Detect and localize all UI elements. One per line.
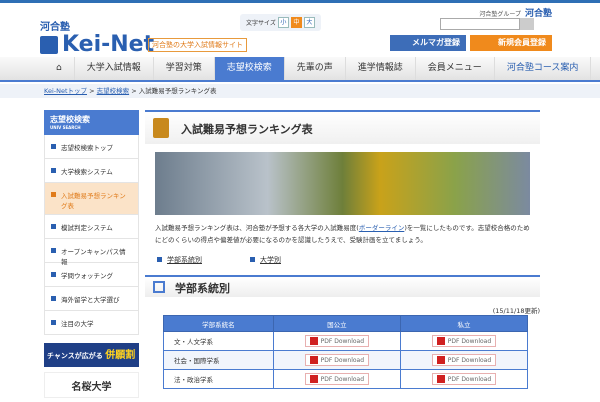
- pdf-icon: [309, 337, 318, 345]
- page-title: 入試難易予想ランキング表: [145, 110, 540, 144]
- pdf-download-button[interactable]: PDF Download: [304, 354, 370, 366]
- logo[interactable]: 河合塾 Kei-Net: [40, 18, 154, 57]
- logo-icon: [40, 36, 58, 54]
- sidebar-item[interactable]: 海外留学と大学選び: [44, 287, 139, 311]
- banner-meio[interactable]: 名桜大学: [44, 372, 139, 398]
- section-heading: 学部系統別: [145, 275, 540, 297]
- sunflower-image: [155, 152, 530, 215]
- pdf-icon: [309, 375, 318, 383]
- sidebar-header: 志望校検索 UNIV SEARCH: [44, 110, 139, 135]
- pdf-label: PDF Download: [320, 337, 365, 345]
- sidebar-item[interactable]: オープンキャンパス情報: [44, 239, 139, 266]
- faculty-name: 法・政治学系: [163, 369, 274, 389]
- breadcrumb-sep: >: [89, 87, 95, 95]
- font-size-switcher: 文字サイズ 小 中 大: [240, 14, 321, 31]
- sidebar-item[interactable]: 模試判定システム: [44, 215, 139, 239]
- pdf-icon: [436, 337, 445, 345]
- search-box: [440, 18, 534, 30]
- pdf-label: PDF Download: [320, 375, 365, 383]
- global-nav: ⌂ 大学入試情報 学習対策 志望校検索 先輩の声 進学情報誌 会員メニュー 河合…: [0, 57, 600, 82]
- font-size-label: 文字サイズ: [246, 20, 276, 27]
- sidebar-item[interactable]: 注目の大学: [44, 311, 139, 335]
- breadcrumb: Kei-Netトップ > 志望校検索 > 入試難易予想ランキング表: [0, 84, 600, 98]
- sidebar-item[interactable]: 大学検索システム: [44, 159, 139, 183]
- nav-item[interactable]: 大学入試情報: [75, 57, 154, 80]
- font-size-small[interactable]: 小: [277, 17, 289, 28]
- column-header: 学部系統名: [163, 315, 274, 332]
- font-size-medium[interactable]: 中: [290, 17, 302, 28]
- font-size-large[interactable]: 大: [303, 17, 315, 28]
- nav-item[interactable]: 会員メニュー: [416, 57, 495, 80]
- breadcrumb-current: 入試難易予想ランキング表: [138, 87, 217, 95]
- sidebar-item-active[interactable]: 入試難易予想ランキング表: [44, 183, 139, 215]
- search-input[interactable]: [440, 18, 520, 30]
- ranking-table: 学部系統名 国公立 私立 文・人文学系 PDF Download PDF Downloa…: [163, 315, 529, 389]
- table-row: 法・政治学系 PDF Download PDF Download: [163, 369, 529, 389]
- pdf-download-button[interactable]: PDF Download: [304, 373, 370, 385]
- tagline: 河合塾の大学入試情報サイト: [148, 38, 247, 52]
- desc-text: 入試難易予想ランキング表は、河合塾が予想する各大学の入試難易度(: [155, 224, 359, 232]
- sidebar-subtitle: UNIV SEARCH: [50, 125, 81, 130]
- group-text: 河合塾グループ: [479, 11, 521, 18]
- nav-item-active[interactable]: 志望校検索: [214, 57, 285, 80]
- borderline-link[interactable]: ボーダーライン: [359, 224, 405, 232]
- pdf-icon: [309, 356, 318, 364]
- page-title-text: 入試難易予想ランキング表: [181, 123, 313, 136]
- banner-heiganwari[interactable]: チャンスが広がる 併願割: [44, 343, 139, 367]
- table-row: 社会・国際学系 PDF Download PDF Download: [163, 350, 529, 370]
- banner-highlight: 併願割: [105, 350, 136, 361]
- sidebar-item[interactable]: 志望校検索トップ: [44, 135, 139, 159]
- pdf-download-button[interactable]: PDF Download: [431, 335, 497, 347]
- pdf-label: PDF Download: [447, 375, 492, 383]
- logo-text: Kei-Net: [62, 32, 155, 57]
- section-title: 学部系統別: [175, 282, 230, 295]
- faculty-name: 社会・国際学系: [163, 350, 274, 370]
- logo-top: 河合塾: [40, 22, 70, 33]
- pdf-icon: [436, 375, 445, 383]
- link-by-university[interactable]: 大学別: [250, 255, 281, 265]
- nav-item[interactable]: 河合塾コース案内: [495, 57, 592, 80]
- top-line: [0, 0, 600, 3]
- home-icon[interactable]: ⌂: [44, 57, 75, 80]
- faculty-name: 文・人文学系: [163, 331, 274, 351]
- nav-item[interactable]: 先輩の声: [285, 57, 346, 80]
- table-row: 文・人文学系 PDF Download PDF Download: [163, 331, 529, 351]
- logo-main: Kei-Net: [40, 33, 154, 57]
- breadcrumb-link[interactable]: 志望校検索: [97, 87, 130, 95]
- pdf-download-button[interactable]: PDF Download: [431, 373, 497, 385]
- column-header[interactable]: 私立: [399, 315, 529, 332]
- banner-text: チャンスが広がる: [47, 352, 103, 360]
- sidebar: 志望校検索 UNIV SEARCH 志望校検索トップ 大学検索システム 入試難易予…: [44, 110, 139, 398]
- search-icon[interactable]: [520, 18, 534, 30]
- pdf-label: PDF Download: [447, 337, 492, 345]
- nav-item[interactable]: 学習対策: [154, 57, 215, 80]
- breadcrumb-sep: >: [131, 87, 137, 95]
- sidebar-item[interactable]: 学問ウォッチング: [44, 263, 139, 287]
- pdf-download-button[interactable]: PDF Download: [304, 335, 370, 347]
- column-header[interactable]: 国公立: [272, 315, 401, 332]
- breadcrumb-link[interactable]: Kei-Netトップ: [44, 87, 87, 95]
- link-by-faculty[interactable]: 学部系統別: [157, 255, 202, 265]
- mailmag-button[interactable]: メルマガ登録: [390, 35, 466, 51]
- pdf-download-button[interactable]: PDF Download: [431, 354, 497, 366]
- edit-icon: [153, 281, 165, 293]
- notebook-icon: [153, 118, 169, 138]
- register-button[interactable]: 新規会員登録: [470, 35, 552, 51]
- anchor-links: 学部系統別 大学別: [157, 255, 540, 265]
- updated-date: (15/11/18更新): [492, 307, 540, 315]
- main-content: 入試難易予想ランキング表 入試難易予想ランキング表は、河合塾が予想する各大学の入…: [145, 110, 540, 389]
- sidebar-title: 志望校検索: [50, 115, 90, 124]
- nav-item[interactable]: 進学情報誌: [346, 57, 416, 80]
- pdf-label: PDF Download: [320, 356, 365, 364]
- pdf-icon: [436, 356, 445, 364]
- description: 入試難易予想ランキング表は、河合塾が予想する各大学の入試難易度(ボーダーライン)…: [155, 222, 530, 246]
- pdf-label: PDF Download: [447, 356, 492, 364]
